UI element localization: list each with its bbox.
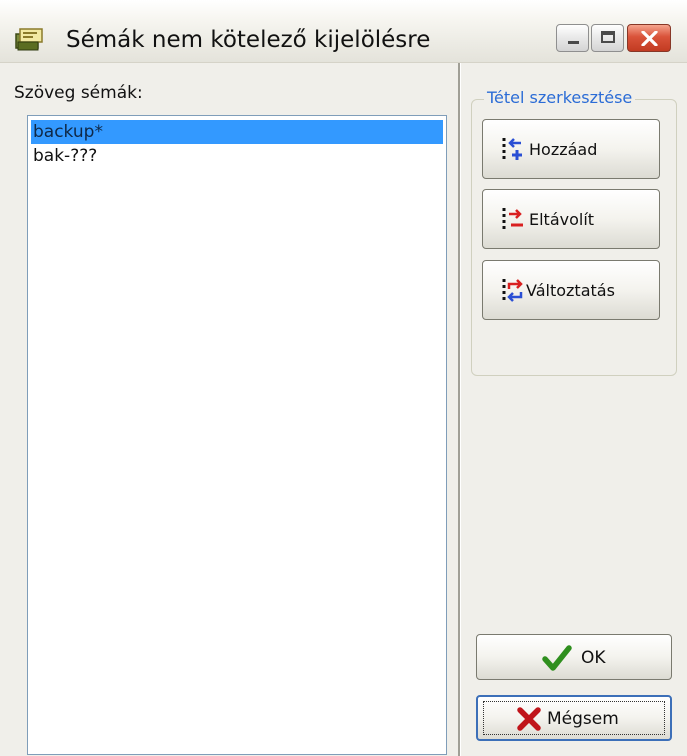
maximize-button[interactable] (591, 24, 624, 52)
title-bar[interactable]: Sémák nem kötelező kijelölésre (0, 0, 687, 63)
dialog-window: Sémák nem kötelező kijelölésre Szöveg sé… (0, 0, 687, 756)
edit-group-title: Tétel szerkesztése (484, 88, 636, 107)
list-item[interactable]: backup* (31, 120, 443, 144)
minimize-button[interactable] (556, 24, 589, 52)
pattern-list[interactable]: backup* bak-??? (27, 115, 447, 755)
x-mark-icon (517, 707, 541, 731)
remove-button[interactable]: Eltávolít (482, 189, 660, 249)
add-item-icon (502, 138, 522, 160)
list-item[interactable]: bak-??? (31, 144, 443, 168)
remove-button-label: Eltávolít (529, 210, 595, 229)
ok-button[interactable]: OK (476, 634, 672, 680)
maximize-icon (601, 31, 615, 43)
change-button[interactable]: Változtatás (482, 260, 660, 320)
close-button[interactable] (627, 24, 671, 52)
ok-button-label: OK (581, 648, 606, 668)
minimize-icon (568, 41, 579, 44)
list-label: Szöveg sémák: (14, 83, 143, 103)
window-title: Sémák nem kötelező kijelölésre (66, 27, 431, 53)
add-button[interactable]: Hozzáad (482, 119, 660, 179)
remove-item-icon (502, 208, 523, 230)
dialog-client-area: Szöveg sémák: backup* bak-??? Tétel szer… (0, 63, 687, 756)
cancel-button[interactable]: Mégsem (476, 695, 672, 741)
checkmark-icon (542, 645, 572, 671)
change-button-label: Változtatás (526, 281, 615, 300)
app-icon (15, 28, 43, 51)
add-button-label: Hozzáad (529, 140, 598, 159)
change-item-icon (502, 279, 523, 302)
close-icon (641, 31, 658, 46)
cancel-button-label: Mégsem (547, 709, 619, 729)
vertical-divider (458, 63, 461, 756)
